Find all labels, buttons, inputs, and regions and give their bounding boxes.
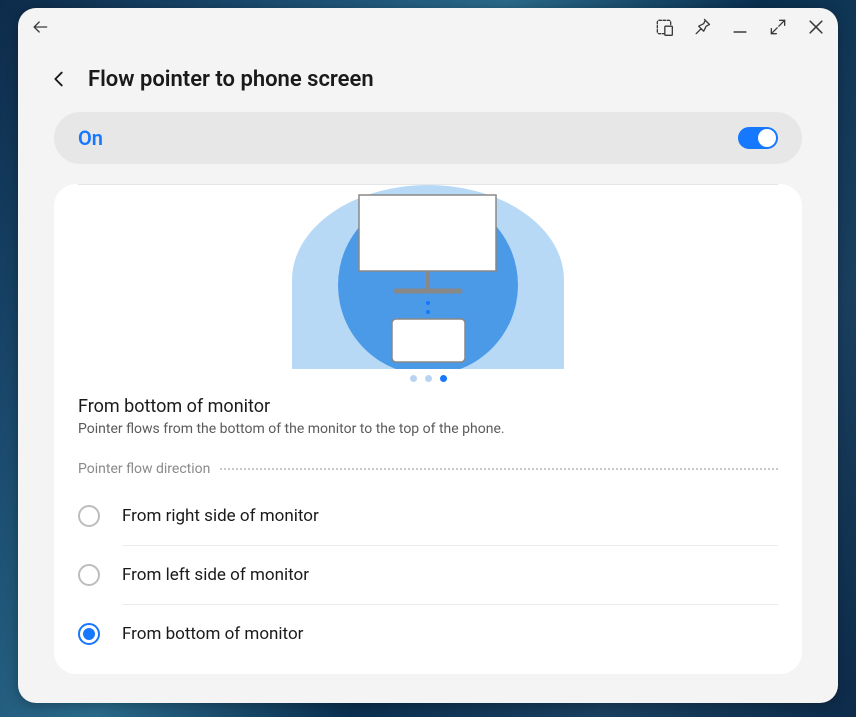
pager-dots bbox=[78, 369, 778, 396]
scan-icon[interactable] bbox=[654, 17, 674, 37]
caption-subtitle: Pointer flows from the bottom of the mon… bbox=[78, 421, 778, 437]
option-right-side[interactable]: From right side of monitor bbox=[78, 487, 778, 545]
radio-list: From right side of monitor From left sid… bbox=[54, 487, 802, 663]
option-label: From right side of monitor bbox=[122, 506, 319, 526]
content-area: Flow pointer to phone screen On bbox=[18, 46, 838, 703]
illustration-container bbox=[78, 184, 778, 396]
section-divider bbox=[220, 468, 778, 470]
pager-dot-2[interactable] bbox=[440, 375, 447, 382]
pin-icon[interactable] bbox=[692, 17, 712, 37]
settings-window: Flow pointer to phone screen On bbox=[18, 8, 838, 703]
toggle-thumb bbox=[758, 129, 776, 147]
minimize-icon[interactable] bbox=[730, 17, 750, 37]
radio-icon bbox=[78, 505, 100, 527]
toggle-label: On bbox=[78, 126, 103, 150]
option-bottom[interactable]: From bottom of monitor bbox=[78, 605, 778, 663]
section-header: Pointer flow direction bbox=[54, 455, 802, 487]
radio-icon bbox=[78, 564, 100, 586]
pager-dot-0[interactable] bbox=[410, 375, 417, 382]
back-button[interactable] bbox=[46, 66, 72, 92]
pager-dot-1[interactable] bbox=[425, 375, 432, 382]
caption-title: From bottom of monitor bbox=[78, 396, 778, 417]
page-header: Flow pointer to phone screen bbox=[42, 66, 814, 92]
expand-icon[interactable] bbox=[768, 17, 788, 37]
options-card: From bottom of monitor Pointer flows fro… bbox=[54, 184, 802, 674]
illustration-caption: From bottom of monitor Pointer flows fro… bbox=[54, 396, 802, 455]
option-left-side[interactable]: From left side of monitor bbox=[78, 546, 778, 604]
toggle-switch[interactable] bbox=[738, 127, 778, 149]
option-label: From bottom of monitor bbox=[122, 624, 303, 644]
master-toggle-row[interactable]: On bbox=[54, 112, 802, 164]
titlebar bbox=[18, 8, 838, 46]
back-arrow-icon[interactable] bbox=[30, 17, 50, 37]
close-icon[interactable] bbox=[806, 17, 826, 37]
option-label: From left side of monitor bbox=[122, 565, 309, 585]
flow-illustration bbox=[78, 185, 778, 369]
page-title: Flow pointer to phone screen bbox=[88, 67, 374, 92]
radio-icon bbox=[78, 623, 100, 645]
section-label: Pointer flow direction bbox=[78, 461, 210, 477]
